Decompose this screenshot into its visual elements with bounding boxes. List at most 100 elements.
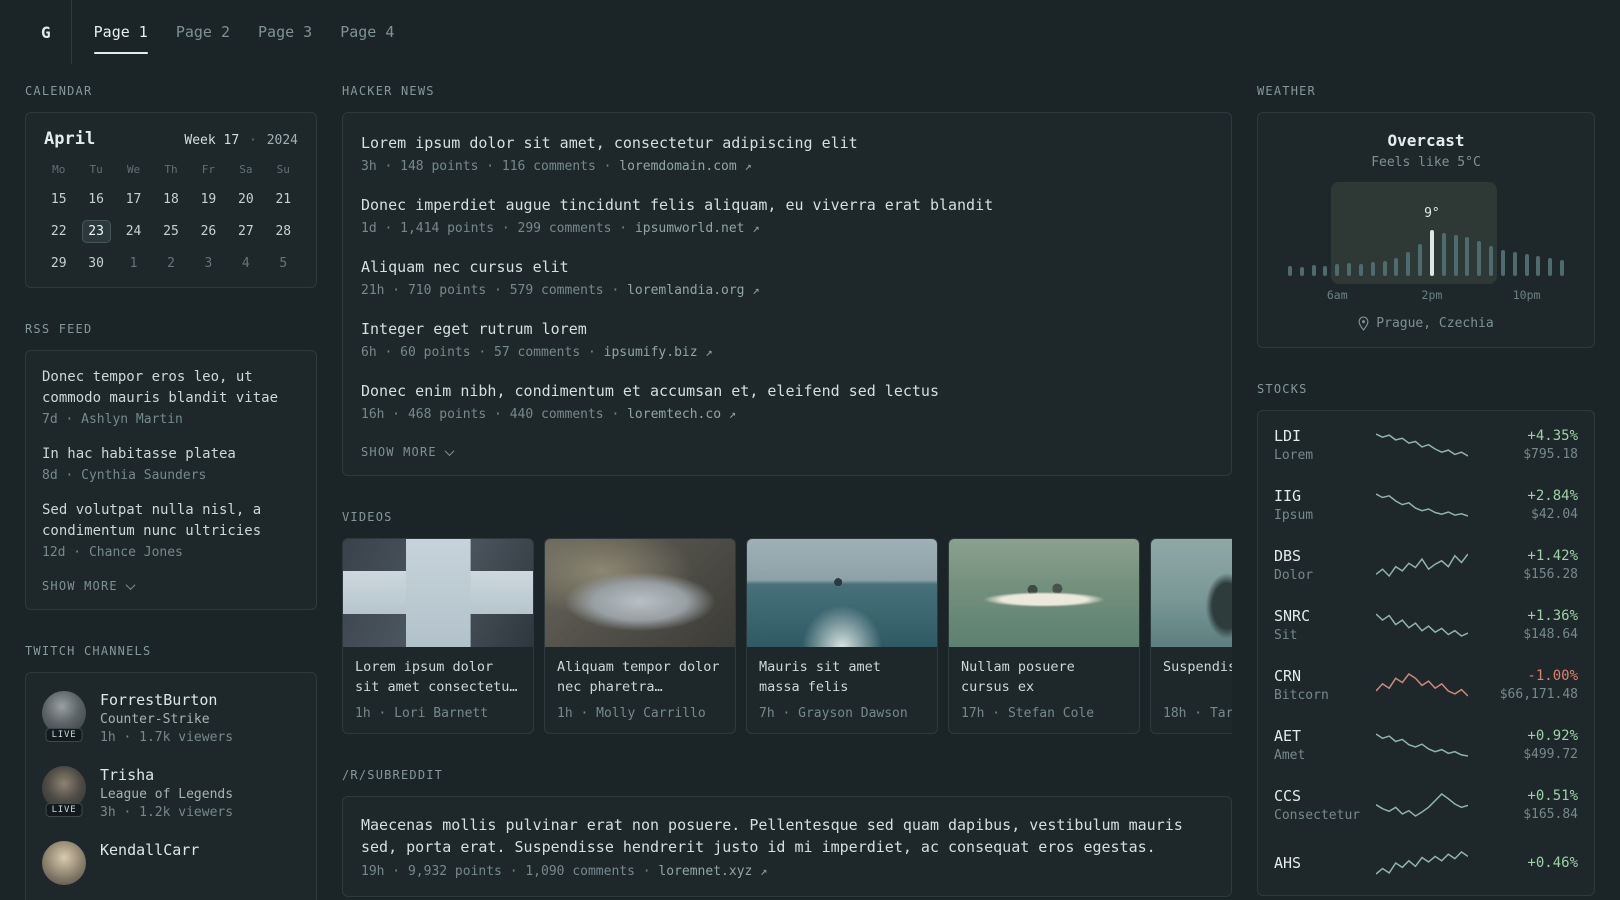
weather-bar (1335, 264, 1340, 276)
stock-row[interactable]: CRN Bitcorn -1.00% $66,171.48 (1258, 655, 1594, 715)
stock-values: -1.00% $66,171.48 (1480, 668, 1578, 702)
calendar-separator: · (249, 133, 257, 148)
weather-axis-label: 10pm (1512, 288, 1541, 302)
video-title[interactable]: Aliquam tempor dolor nec pharetra… (557, 657, 723, 697)
stock-price: $499.72 (1523, 747, 1578, 762)
rss-item-title[interactable]: In hac habitasse platea (42, 444, 300, 465)
tab-page-2[interactable]: Page 2 (176, 0, 230, 64)
twitch-channel[interactable]: LIVE ForrestBurton Counter-Strike 1h · 1.7k… (42, 691, 300, 745)
twitch-channel-meta: 3h · 1.2k viewers (100, 805, 234, 820)
middle-column: HACKER NEWS Lorem ipsum dolor sit amet, … (342, 84, 1232, 900)
weather-bar (1311, 265, 1316, 276)
stock-row[interactable]: IIG Ipsum +2.84% $42.04 (1258, 475, 1594, 535)
stock-change: +2.84% (1527, 488, 1578, 504)
hn-item-link[interactable]: ipsumworld.net ↗ (635, 221, 760, 236)
hn-item-title[interactable]: Integer eget rutrum lorem (361, 319, 1213, 340)
stocks-widget-title: STOCKS (1257, 382, 1308, 396)
video-body: Aliquam tempor dolor nec pharetra… 1h · M… (545, 647, 735, 733)
hn-item-link[interactable]: loremtech.co ↗ (627, 407, 736, 422)
calendar-day-name: Sa (239, 163, 253, 176)
calendar-week: Week 17 (184, 133, 240, 148)
stock-info: LDI Lorem (1274, 427, 1364, 463)
hn-item-link[interactable]: loremlandia.org ↗ (627, 283, 759, 298)
twitch-channel-game: Counter-Strike (100, 712, 210, 727)
twitch-channel-name: Trisha (100, 766, 155, 784)
hn-item: Integer eget rutrum lorem 6h · 60 points … (361, 319, 1213, 360)
hn-item-link[interactable]: loremdomain.com ↗ (619, 159, 751, 174)
calendar-widget-title: CALENDAR (25, 84, 93, 98)
rss-widget-title: RSS FEED (25, 322, 93, 336)
calendar-day: 25 (163, 224, 179, 239)
stock-ticker: AET (1274, 727, 1302, 745)
stock-row[interactable]: SNRC Sit +1.36% $148.64 (1258, 595, 1594, 655)
video-card[interactable]: Lorem ipsum dolor sit amet consectetu… 1h… (342, 538, 534, 734)
calendar-day: 21 (275, 192, 292, 207)
external-link-icon: ↗ (752, 221, 760, 235)
hn-item-title[interactable]: Donec imperdiet augue tincidunt felis al… (361, 195, 1213, 216)
hn-list: Lorem ipsum dolor sit amet, consectetur … (361, 133, 1213, 422)
video-title[interactable]: Mauris sit amet massa felis (759, 657, 925, 697)
twitch-channel[interactable]: LIVE Trisha League of Legends 3h · 1.2k vie… (42, 766, 300, 820)
hn-item: Donec imperdiet augue tincidunt felis al… (361, 195, 1213, 236)
rss-show-more-button[interactable]: SHOW MORE (42, 577, 300, 601)
video-thumbnail (1151, 539, 1232, 647)
weather-bar (1465, 237, 1470, 276)
video-title[interactable]: Suspendisse diam (1163, 657, 1232, 697)
video-card[interactable]: Mauris sit amet massa felis 7h · Grayson … (746, 538, 938, 734)
video-title[interactable]: Nullam posuere cursus ex (961, 657, 1127, 697)
tab-page-1[interactable]: Page 1 (93, 0, 149, 64)
video-title[interactable]: Lorem ipsum dolor sit amet consectetu… (355, 657, 521, 697)
stock-row[interactable]: DBS Dolor +1.42% $156.28 (1258, 535, 1594, 595)
location-pin-icon (1358, 316, 1369, 331)
stock-row[interactable]: LDI Lorem +4.35% $795.18 (1258, 415, 1594, 475)
calendar-day: 24 (125, 224, 142, 239)
rss-item: Sed volutpat nulla nisl, a condimentum n… (42, 500, 300, 560)
hn-item-title[interactable]: Donec enim nibh, condimentum et accumsan… (361, 381, 1213, 402)
weather-widget: WEATHER Overcast Feels like 5°C 9° 6am 2p… (1257, 84, 1595, 348)
tab-page-3[interactable]: Page 3 (258, 0, 312, 64)
calendar-header: April Week 17 · 2024 (40, 129, 302, 149)
weather-widget-title: WEATHER (1257, 84, 1316, 98)
top-navigation: G Page 1 Page 2 Page 3 Page 4 (0, 0, 1620, 64)
hn-item: Aliquam nec cursus elit 21h · 710 points … (361, 257, 1213, 298)
weather-bar (1500, 250, 1505, 276)
stock-ticker: CRN (1274, 667, 1302, 685)
stock-row[interactable]: AHS +0.46% (1258, 835, 1594, 891)
chevron-down-icon (125, 579, 136, 590)
hn-show-more-button[interactable]: SHOW MORE (361, 443, 1213, 467)
stock-sparkline (1372, 669, 1472, 701)
rss-item-title[interactable]: Sed volutpat nulla nisl, a condimentum n… (42, 500, 300, 542)
post-link[interactable]: loremnet.xyz ↗ (658, 864, 767, 879)
stock-sparkline (1372, 429, 1472, 461)
video-thumbnail (949, 539, 1139, 647)
calendar-day-name: Tu (89, 163, 103, 176)
calendar-day-name: Mo (52, 163, 66, 176)
hn-item-link[interactable]: ipsumify.biz ↗ (604, 345, 713, 360)
video-card[interactable]: Nullam posuere cursus ex 17h · Stefan Col… (948, 538, 1140, 734)
hn-item-meta: 16h · 468 points · 440 comments · loremt… (361, 407, 737, 422)
weather-bar (1323, 266, 1328, 276)
hacker-news-widget-title: HACKER NEWS (342, 84, 435, 98)
stock-ticker: IIG (1274, 487, 1302, 505)
stock-row[interactable]: AET Amet +0.92% $499.72 (1258, 715, 1594, 775)
video-card[interactable]: Suspendisse diam 18h · Tara (1150, 538, 1232, 734)
video-card[interactable]: Aliquam tempor dolor nec pharetra… 1h · M… (544, 538, 736, 734)
hn-item-title[interactable]: Aliquam nec cursus elit (361, 257, 1213, 278)
external-link-icon: ↗ (728, 407, 737, 421)
weather-location-row: Prague, Czechia (1274, 316, 1578, 331)
stock-price: $156.28 (1523, 567, 1578, 582)
stock-row[interactable]: CCS Consectetur +0.51% $165.84 (1258, 775, 1594, 835)
stock-sparkline (1372, 549, 1472, 581)
weather-condition: Overcast (1387, 131, 1465, 150)
tab-page-4[interactable]: Page 4 (340, 0, 394, 64)
hn-item-title[interactable]: Lorem ipsum dolor sit amet, consectetur … (361, 133, 1213, 154)
weather-bar (1394, 258, 1399, 276)
weather-location: Prague, Czechia (1376, 316, 1494, 331)
rss-item-title[interactable]: Donec tempor eros leo, ut commodo mauris… (42, 367, 300, 409)
stock-info: AHS (1274, 854, 1364, 872)
hacker-news-widget: HACKER NEWS Lorem ipsum dolor sit amet, … (342, 84, 1232, 476)
post-title[interactable]: Maecenas mollis pulvinar erat non posuer… (361, 814, 1213, 858)
twitch-channel[interactable]: KendallCarr (42, 841, 300, 885)
twitch-channel-name: ForrestBurton (100, 691, 218, 709)
stock-values: +2.84% $42.04 (1480, 488, 1578, 522)
